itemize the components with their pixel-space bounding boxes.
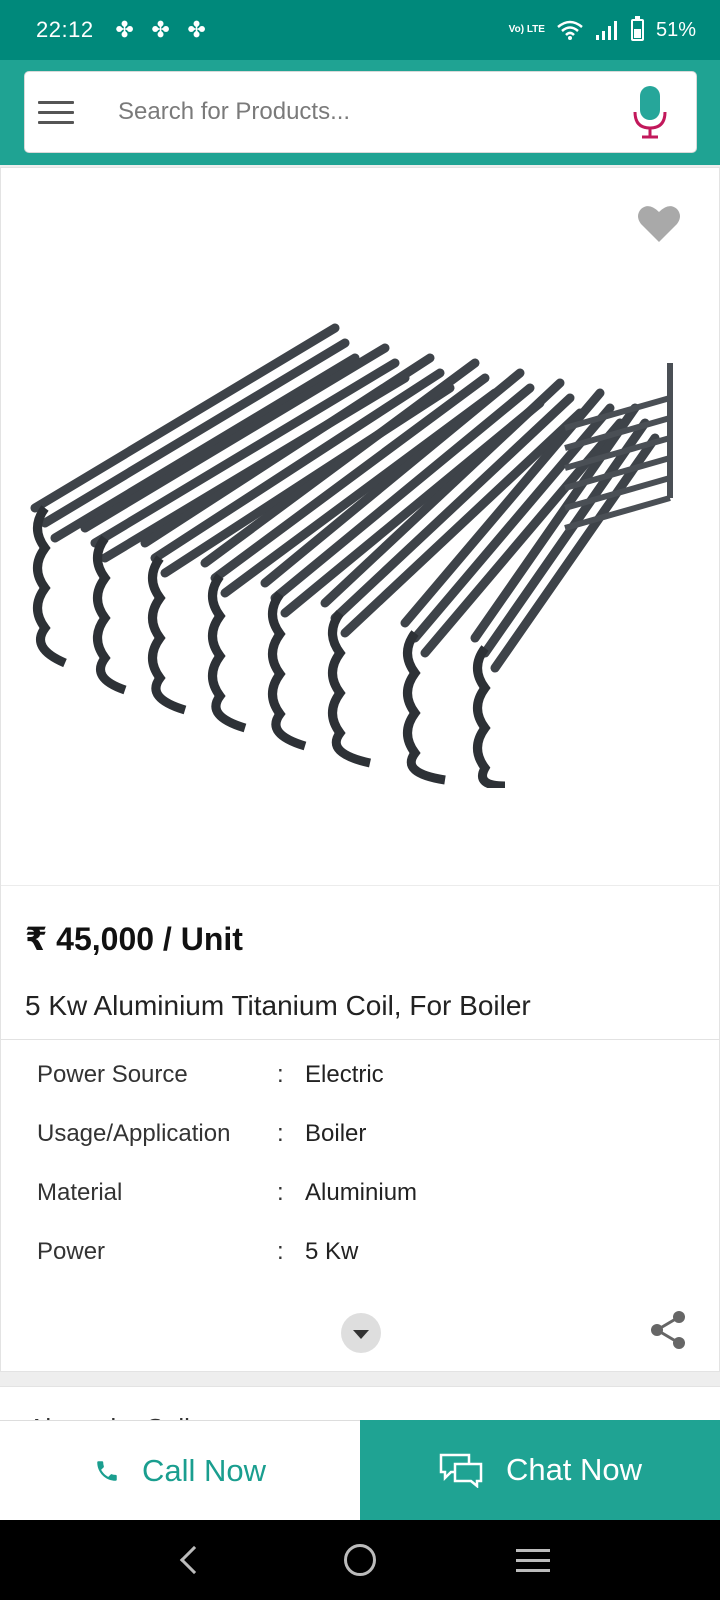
search-input[interactable]: [118, 98, 578, 126]
bottom-action-bar: Call Now Chat Now: [0, 1420, 720, 1520]
menu-icon[interactable]: [38, 100, 74, 124]
status-bar: 22:12 ✤ ✤ ✤ Vo) LTE 51%: [0, 0, 720, 60]
battery-percent: 51%: [655, 18, 696, 41]
search-header: [0, 60, 720, 165]
spec-row: Usage/Application : Boiler: [37, 1120, 367, 1147]
search-bar: [24, 71, 697, 153]
spec-key: Usage/Application: [37, 1120, 231, 1147]
spec-value: 5 Kw: [305, 1238, 359, 1265]
back-icon[interactable]: [179, 1545, 209, 1575]
volte-icon: Vo) LTE: [508, 24, 545, 35]
notification-icons: ✤ ✤ ✤: [112, 17, 210, 43]
chevron-down-icon: [353, 1330, 369, 1339]
wifi-icon: [557, 20, 583, 40]
product-image-area[interactable]: [1, 168, 720, 886]
chat-now-button[interactable]: Chat Now: [360, 1420, 720, 1520]
phone-icon: [97, 1460, 117, 1481]
chat-now-label: Chat Now: [505, 1452, 643, 1487]
expand-specs-button[interactable]: [341, 1313, 381, 1353]
product-image: [30, 323, 673, 788]
system-nav-bar: [0, 1520, 720, 1600]
notification-icon: ✤: [187, 17, 206, 42]
recent-apps-icon[interactable]: [516, 1548, 550, 1572]
product-card: ₹ 45,000 / Unit 5 Kw Aluminium Titanium …: [0, 167, 720, 1372]
favorite-heart-icon[interactable]: [637, 204, 681, 244]
notification-icon: ✤: [115, 17, 134, 42]
status-time: 22:12: [36, 17, 94, 42]
spec-row: Power Source : Electric: [37, 1061, 384, 1088]
spec-key: Power Source: [37, 1061, 188, 1088]
spec-key: Material: [37, 1179, 123, 1206]
product-title: 5 Kw Aluminium Titanium Coil, For Boiler: [25, 990, 531, 1021]
chat-icon: [439, 1453, 483, 1488]
spec-table: Power Source : Electric Usage/Applicatio…: [37, 1061, 657, 1297]
call-now-button[interactable]: Call Now: [0, 1420, 360, 1520]
home-icon[interactable]: [344, 1544, 376, 1576]
call-now-label: Call Now: [141, 1452, 267, 1488]
spec-row: Power : 5 Kw: [37, 1238, 359, 1265]
battery-icon: [630, 16, 644, 41]
spec-row: Material : Aluminium: [37, 1179, 418, 1206]
product-price: ₹ 45,000 / Unit: [25, 921, 243, 957]
spec-value: Boiler: [305, 1120, 367, 1147]
spec-value: Aluminium: [305, 1179, 418, 1206]
microphone-icon[interactable]: [632, 84, 668, 140]
spec-key: Power: [37, 1238, 106, 1265]
spec-value: Electric: [305, 1061, 384, 1088]
notification-icon: ✤: [151, 17, 170, 42]
divider: [1, 1039, 720, 1040]
share-icon[interactable]: [649, 1310, 687, 1350]
signal-icon: [595, 21, 617, 40]
status-indicators: Vo) LTE 51%: [508, 16, 696, 42]
